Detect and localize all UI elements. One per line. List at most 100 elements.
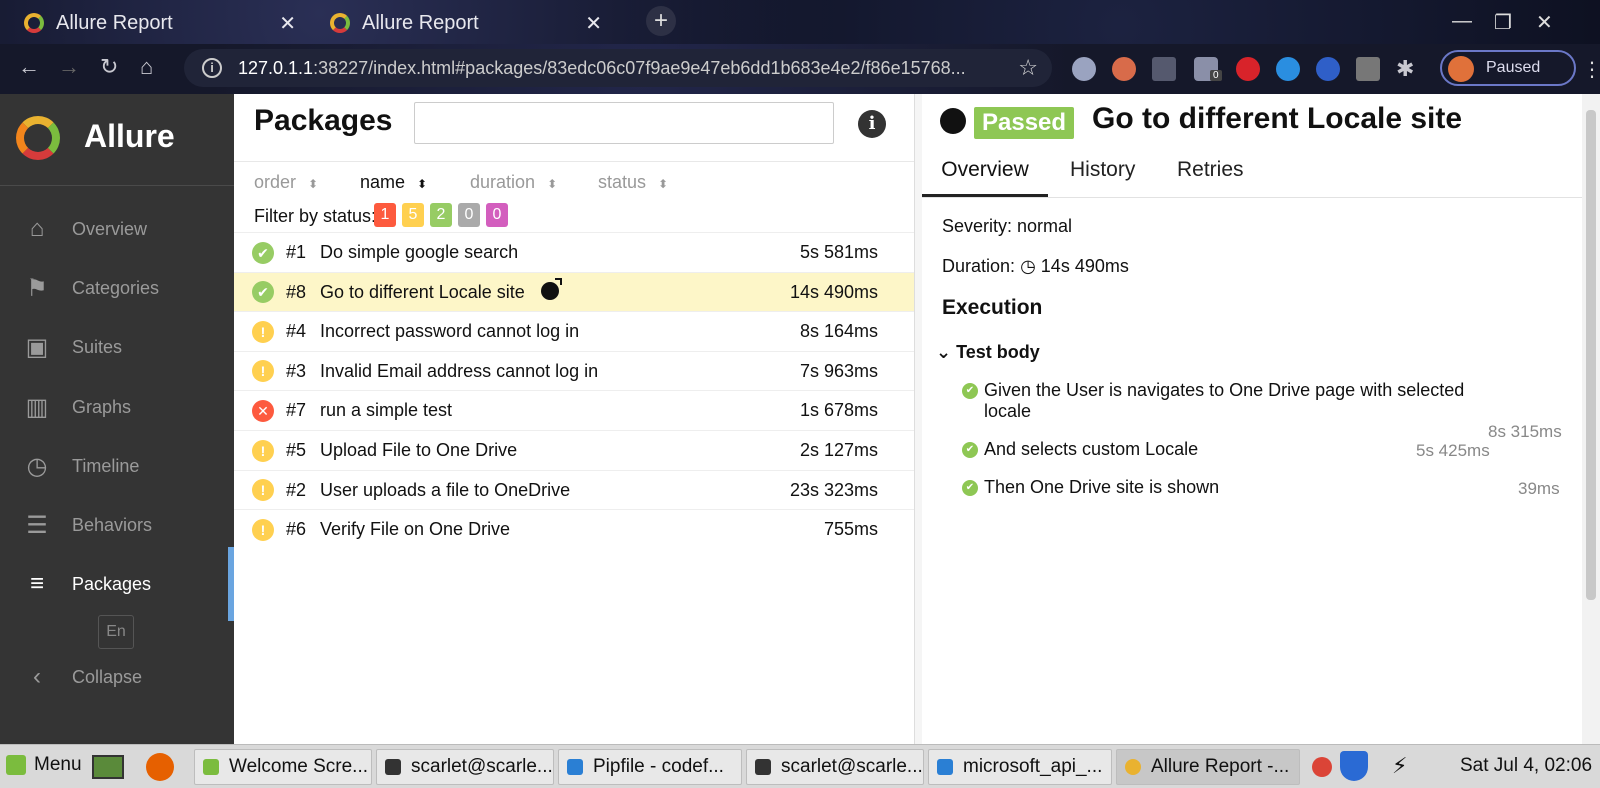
test-step[interactable]: ✔ Then One Drive site is shown xyxy=(962,477,1552,498)
sidebar-item-suites[interactable]: ▣ Suites xyxy=(0,322,234,372)
mint-logo-icon xyxy=(6,755,26,775)
test-body-toggle[interactable]: ⌄ Test body xyxy=(936,342,1040,363)
sort-label: duration xyxy=(470,172,536,192)
sidebar-item-timeline[interactable]: ◷ Timeline xyxy=(0,441,234,491)
chrome-tray-icon[interactable] xyxy=(1312,757,1332,777)
back-icon[interactable]: ← xyxy=(18,54,40,80)
flaky-bomb-icon xyxy=(940,108,966,134)
packages-pane: Packages i order ⬍ name ⬍ duration ⬍ status… xyxy=(234,94,914,744)
row-name: Incorrect password cannot log in xyxy=(320,321,800,342)
table-row[interactable]: ✕ #7 run a simple test 1s 678ms xyxy=(234,390,914,430)
sidebar-item-graphs[interactable]: ▥ Graphs xyxy=(0,382,234,432)
browser-tab-active[interactable]: Allure Report ✕ xyxy=(306,4,612,42)
test-step[interactable]: ✔ Given the User is navigates to One Dri… xyxy=(962,380,1552,422)
taskbar-window[interactable]: Welcome Scre... xyxy=(194,749,372,785)
taskbar-window[interactable]: microsoft_api_... xyxy=(928,749,1112,785)
pane-splitter[interactable] xyxy=(914,94,922,744)
reader-extension-icon[interactable] xyxy=(1112,57,1136,81)
table-row[interactable]: ! #6 Verify File on One Drive 755ms xyxy=(234,509,914,549)
duration-value: 14s 490ms xyxy=(1040,256,1129,276)
maximize-icon[interactable]: ❐ xyxy=(1494,10,1512,35)
profile-button[interactable]: Paused xyxy=(1440,50,1576,86)
sidebar-item-label: Timeline xyxy=(72,455,140,476)
tab-close-icon[interactable]: ✕ xyxy=(585,11,602,36)
new-tab-button[interactable]: + xyxy=(646,6,676,36)
sort-label: order xyxy=(254,172,297,192)
scrollbar-thumb[interactable] xyxy=(1586,110,1596,600)
flag-extension-icon[interactable] xyxy=(1356,57,1380,81)
minimize-icon[interactable]: — xyxy=(1452,10,1472,33)
sort-order[interactable]: order ⬍ xyxy=(254,172,318,193)
sort-label: name xyxy=(360,172,406,192)
table-row[interactable]: ✔ #8 Go to different Locale site 14s 490ms xyxy=(234,271,914,312)
bookmark-star-icon[interactable]: ☆ xyxy=(1018,55,1038,81)
taskbar-window[interactable]: scarlet@scarle... xyxy=(746,749,924,785)
filter-unknown-badge[interactable]: 0 xyxy=(486,203,508,227)
site-info-icon[interactable]: i xyxy=(202,58,222,78)
stop-hand-extension-icon[interactable] xyxy=(1236,57,1260,81)
menu-kebab-icon[interactable]: ⋮ xyxy=(1582,57,1600,82)
table-row[interactable]: ! #3 Invalid Email address cannot log in 7s… xyxy=(234,350,914,391)
sort-duration[interactable]: duration ⬍ xyxy=(470,172,557,193)
address-bar[interactable]: i 127.0.1.1:38227/index.html#packages/83… xyxy=(184,49,1052,87)
sidebar-item-packages[interactable]: ≡ Packages xyxy=(0,547,234,621)
row-number: #2 xyxy=(286,479,307,500)
row-number: #5 xyxy=(286,440,307,460)
puzzle-icon[interactable]: ✱ xyxy=(1396,56,1414,82)
severity: Severity: normal xyxy=(942,216,1073,236)
tab-overview[interactable]: Overview xyxy=(922,158,1048,182)
reload-icon[interactable]: ↻ xyxy=(100,54,118,80)
dots-extension-icon[interactable] xyxy=(1152,57,1176,81)
terminal-launcher-icon[interactable] xyxy=(92,755,124,779)
vertical-scrollbar[interactable] xyxy=(1582,94,1600,744)
os-taskbar: Menu Welcome Scre... scarlet@scarle... P… xyxy=(0,744,1600,788)
row-name: User uploads a file to OneDrive xyxy=(320,480,790,501)
status-passed-icon: ✔ xyxy=(252,281,274,304)
globe-extension-icon[interactable] xyxy=(1072,57,1096,81)
info-icon[interactable]: i xyxy=(858,110,886,138)
start-menu-button[interactable]: Menu xyxy=(6,754,82,776)
network-icon[interactable]: ⚡ xyxy=(1392,753,1407,779)
sync-extension-icon[interactable] xyxy=(1276,57,1300,81)
sidebar-item-categories[interactable]: ⚑ Categories xyxy=(0,263,234,313)
update-shield-icon[interactable] xyxy=(1340,751,1368,781)
forward-icon[interactable]: → xyxy=(58,54,80,80)
taskbar-window[interactable]: Pipfile - codef... xyxy=(558,749,742,785)
filter-passed-badge[interactable]: 2 xyxy=(430,203,452,227)
table-row[interactable]: ✔ #1 Do simple google search 5s 581ms xyxy=(234,232,914,272)
row-name: run a simple test xyxy=(320,400,800,421)
taskbar-window-active[interactable]: Allure Report -... xyxy=(1116,749,1300,785)
sidebar-item-overview[interactable]: ⌂ Overview xyxy=(0,204,234,254)
tab-history[interactable]: History xyxy=(1070,158,1135,182)
search-input[interactable] xyxy=(414,102,834,144)
filter-failed-badge[interactable]: 1 xyxy=(374,203,396,227)
status-passed-icon: ✔ xyxy=(252,241,274,264)
filter-skipped-badge[interactable]: 0 xyxy=(458,203,480,227)
status-broken-icon: ! xyxy=(252,518,274,541)
sort-name[interactable]: name ⬍ xyxy=(360,172,427,193)
step-duration: 5s 425ms xyxy=(1416,441,1490,460)
tab-close-icon[interactable]: ✕ xyxy=(279,11,296,36)
window-close-icon[interactable]: ✕ xyxy=(1536,10,1553,35)
sort-status[interactable]: status ⬍ xyxy=(598,172,668,193)
sort-arrows-icon: ⬍ xyxy=(308,177,319,191)
taskbar-window[interactable]: scarlet@scarle... xyxy=(376,749,554,785)
filter-broken-badge[interactable]: 5 xyxy=(402,203,424,227)
block-extension-icon[interactable] xyxy=(1316,57,1340,81)
status-broken-icon: ! xyxy=(252,320,274,343)
sidebar-item-label: Graphs xyxy=(72,396,132,417)
language-switcher[interactable]: En xyxy=(98,615,134,649)
divider xyxy=(922,197,1582,198)
row-name-text: Upload File to One Drive xyxy=(320,440,518,460)
sidebar-item-behaviors[interactable]: ☰ Behaviors xyxy=(0,500,234,550)
sort-arrows-icon: ⬍ xyxy=(547,177,558,191)
table-row[interactable]: ! #4 Incorrect password cannot log in 8s 16… xyxy=(234,311,914,351)
tab-retries[interactable]: Retries xyxy=(1177,158,1244,182)
row-number: #7 xyxy=(286,400,307,421)
table-row[interactable]: ! #2 User uploads a file to OneDrive 23s 32… xyxy=(234,469,914,510)
firefox-launcher-icon[interactable] xyxy=(146,753,174,781)
collapse-button[interactable]: ‹ Collapse xyxy=(0,652,234,702)
home-icon[interactable]: ⌂ xyxy=(140,54,153,80)
table-row[interactable]: ! #5 Upload File to One Drive 2s 127ms xyxy=(234,430,914,470)
browser-tab[interactable]: Allure Report ✕ xyxy=(0,4,306,42)
